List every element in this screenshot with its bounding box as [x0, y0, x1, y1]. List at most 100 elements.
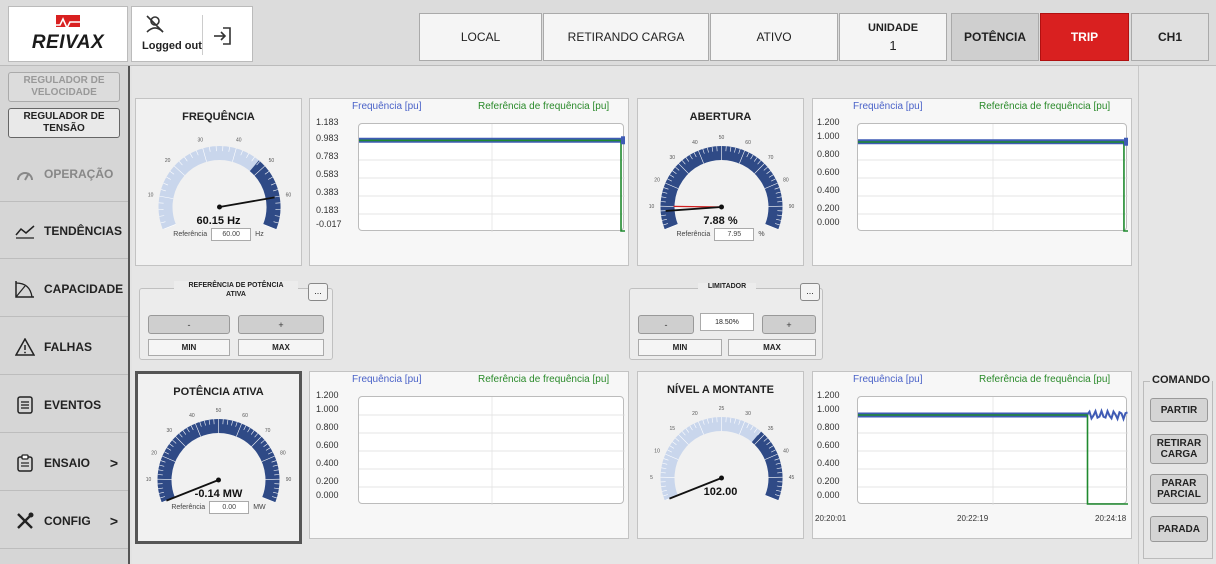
gauge-hub [217, 204, 222, 210]
login-panel: Logged out [131, 6, 253, 62]
user-off-icon[interactable] [144, 15, 166, 33]
reference-value: 60.00 [211, 228, 252, 241]
plot-area [358, 123, 625, 232]
legend-frequencia: Frequência [pu] [853, 374, 923, 385]
plot-area [857, 123, 1128, 232]
legend-referencia: Referência de frequência [pu] [979, 101, 1111, 112]
gauge-scale-label: 20 [165, 158, 171, 164]
comando-group: COMANDO PARTIR RETIRAR CARGA PARAR PARCI… [1143, 374, 1213, 559]
gauge-scale-label: 50 [216, 408, 222, 414]
channel-button[interactable]: CH1 [1131, 13, 1209, 61]
chevron-right-icon: > [109, 454, 118, 471]
y-tick: 0.583 [316, 169, 339, 179]
gauge-title: POTÊNCIA ATIVA [173, 386, 264, 398]
trend-lines [359, 397, 625, 505]
reference-label: Referência [171, 504, 206, 511]
tools-icon [14, 510, 36, 532]
gauge-scale-label: 40 [783, 449, 789, 455]
gauge-scale-label: 90 [286, 477, 292, 483]
sidebar-item-ensaio[interactable]: ENSAIO > [0, 435, 128, 491]
sidebar-item-tendencias[interactable]: TENDÊNCIAS [0, 203, 128, 259]
right-column: COMANDO PARTIR RETIRAR CARGA PARAR PARCI… [1138, 66, 1216, 564]
reference-unit: % [758, 231, 765, 238]
gauge-scale-label: 90 [789, 204, 795, 210]
y-tick: -0.017 [316, 219, 342, 229]
sidebar-item-capacidade[interactable]: CAPACIDADE [0, 261, 128, 317]
top-bar: REIVAX Logged out LOCAL RETIRANDO CARGA … [0, 0, 1216, 66]
gauge-value: 60.15 Hz [196, 215, 241, 227]
gauge-scale-label: 20 [654, 178, 660, 184]
gauge-value: -0.14 MW [194, 488, 243, 500]
gauge-scale-label: 40 [692, 140, 698, 146]
limitador-control: LIMITADOR ... - 18.50% + MIN MAX [629, 283, 823, 360]
gauge-scale-label: 10 [649, 204, 655, 210]
gauge-value: 7.88 % [703, 215, 738, 227]
decrease-button[interactable]: - [638, 315, 694, 334]
logout-icon[interactable] [211, 25, 233, 47]
potencia-gauge-panel[interactable]: POTÊNCIA ATIVA 0102030405060708090100 -0… [135, 371, 302, 544]
gauge-hub [719, 204, 724, 210]
gauge-title: ABERTURA [689, 111, 752, 123]
gauge-hub [719, 475, 724, 481]
gauge-scale-label: 30 [745, 411, 751, 417]
y-tick: 0.600 [817, 440, 840, 450]
y-tick: 0.600 [817, 167, 840, 177]
gauge-scale-label: 80 [783, 178, 789, 184]
more-button[interactable]: ... [800, 283, 820, 301]
events-icon [14, 394, 36, 416]
parar-parcial-button[interactable]: PARAR PARCIAL [1150, 474, 1208, 504]
y-tick: 0.200 [316, 476, 339, 486]
gauge-scale-label: 60 [242, 413, 248, 419]
gauge-scale-label: 5 [650, 475, 653, 481]
decrease-button[interactable]: - [148, 315, 230, 334]
sidebar-item-falhas[interactable]: FALHAS [0, 319, 128, 375]
gauge-scale-label: 15 [670, 426, 676, 432]
plot-area [358, 396, 625, 505]
y-tick: 0.783 [316, 151, 339, 161]
y-tick: 0.200 [817, 476, 840, 486]
login-status: Logged out [142, 40, 202, 52]
capacity-icon [14, 278, 36, 300]
legend-frequencia: Frequência [pu] [853, 101, 923, 112]
sidebar-item-label: CONFIG [44, 513, 91, 528]
y-tick: 0.400 [817, 458, 840, 468]
parada-button[interactable]: PARADA [1150, 516, 1208, 542]
sidebar-item-eventos[interactable]: EVENTOS [0, 377, 128, 433]
legend-referencia: Referência de frequência [pu] [979, 374, 1111, 385]
gauge-scale-label: 10 [146, 477, 152, 483]
legend-referencia: Referência de frequência [pu] [478, 101, 610, 112]
trip-indicator[interactable]: TRIP [1040, 13, 1129, 61]
y-tick: 0.000 [316, 490, 339, 500]
increase-button[interactable]: + [238, 315, 324, 334]
regulador-velocidade-button[interactable]: REGULADOR DE VELOCIDADE [8, 72, 120, 102]
trend-lines [359, 124, 625, 232]
sidebar-item-operacao[interactable]: OPERAÇÃO [0, 146, 128, 202]
operation-state: RETIRANDO CARGA [543, 13, 709, 61]
logo-mark-icon [50, 15, 86, 30]
ref-potencia-control: REFERÊNCIA DE POTÊNCIA ATIVA ... - + MIN… [139, 281, 333, 360]
y-tick: 0.383 [316, 187, 339, 197]
reference-value: 7.95 [714, 228, 755, 241]
regulador-tensao-button[interactable]: REGULADOR DE TENSÃO [8, 108, 120, 138]
y-tick: 1.000 [817, 404, 840, 414]
more-button[interactable]: ... [308, 283, 328, 301]
y-tick: 0.400 [817, 185, 840, 195]
nivel-trend-chart: Frequência [pu] Referência de frequência… [812, 371, 1132, 539]
gauge-value: 102.00 [703, 486, 738, 498]
sidebar-item-config[interactable]: CONFIG > [0, 493, 128, 549]
gauge-scale-label: 45 [789, 475, 795, 481]
reference-unit: Hz [255, 231, 264, 238]
gauge-scale-label: 40 [236, 138, 242, 144]
retirar-carga-button[interactable]: RETIRAR CARGA [1150, 434, 1208, 464]
increase-button[interactable]: + [762, 315, 816, 334]
gauge-scale-label: 30 [197, 138, 203, 144]
series-frequencia-end [621, 136, 625, 145]
gauge-scale-label: 25 [719, 406, 725, 412]
x-tick: 20:24:18 [1095, 514, 1127, 523]
potencia-button[interactable]: POTÊNCIA [951, 13, 1039, 61]
max-label: MAX [728, 339, 816, 356]
partir-button[interactable]: PARTIR [1150, 398, 1208, 422]
unit-label: UNIDADE [867, 21, 919, 34]
sidebar-item-label: FALHAS [44, 339, 92, 354]
gauge-reference: Referência 60.00 Hz [136, 228, 301, 241]
